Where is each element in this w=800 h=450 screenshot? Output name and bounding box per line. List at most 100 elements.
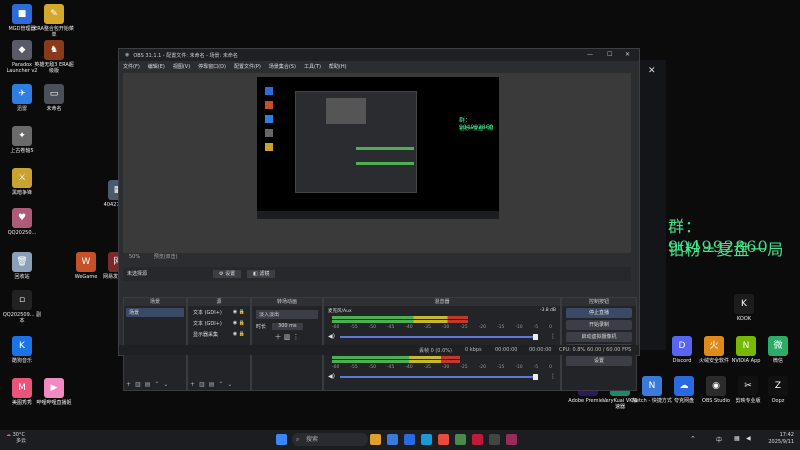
transition-more-icon[interactable]: ⋮ [293,333,300,341]
scale-tick: -50 [368,325,377,330]
taskbar-app-icon[interactable] [455,434,466,445]
visibility-lock-icon[interactable]: ◉ 🔒 [233,320,245,327]
desktop-icon[interactable]: 微微信 [758,336,798,364]
source-item[interactable]: 文本 (GDI+) ◉ 🔒 [190,308,248,317]
control-button[interactable]: 设置 [566,356,632,366]
preview-area[interactable]: 群：904992860 钻粉=复盘一局 50% 预览(双击) [123,73,631,261]
slider-knob[interactable] [533,374,538,380]
menu-item[interactable]: 帮助(H) [329,63,347,70]
taskbar-app-icon[interactable] [472,434,483,445]
app-icon: ■ [12,4,32,24]
add-source-icon[interactable]: + [190,381,199,388]
app-icon: 微 [768,336,788,356]
visibility-lock-icon[interactable]: ◉ 🔒 [233,309,245,316]
duration-input[interactable]: 300 ms [272,323,303,330]
volume-slider[interactable] [340,374,538,380]
desktop-icon[interactable]: K KOOK [724,294,764,322]
taskbar-app-icon[interactable] [370,434,381,445]
transition-select[interactable]: 淡入淡出 [256,310,318,319]
app-icon: ✈ [12,84,32,104]
zoom-level[interactable]: 50% [129,254,140,260]
close-icon[interactable]: ✕ [648,66,656,76]
scene-item[interactable]: 场景 [126,308,184,317]
menu-item[interactable]: 视图(V) [173,63,190,70]
overlay-text-line2: 钻粉=复盘一局 [668,240,785,259]
delete-icon[interactable]: ▥ [135,381,145,388]
desktop-icon[interactable]: ⚔ 黑暗争锋 [2,168,42,196]
add-transition-icon[interactable]: ＋ [274,333,281,341]
search-box[interactable]: ⌕ 搜索 [292,433,368,446]
menu-item[interactable]: 配置文件(P) [234,63,261,70]
down-icon[interactable]: ⌄ [163,381,172,388]
start-icon[interactable] [276,434,287,445]
slider-knob[interactable] [533,334,538,340]
desktop-icon-label: 上古卷轴5 [10,148,34,154]
menu-item[interactable]: 文件(F) [123,63,140,70]
minimize-icon[interactable]: — [587,51,593,58]
tray-chevron-icon[interactable]: ⌃ [690,435,696,443]
taskbar: ☁ 30°C 多云 ⌕ 搜索 ⌃ 中 ▦ ◀ 17:42 2025/9/11 [0,430,800,450]
control-button[interactable]: 启动虚拟摄像机 [566,332,632,342]
desktop-icon[interactable]: ▫ QQ202509... 副本 [2,290,42,324]
maximize-icon[interactable]: ☐ [607,51,612,58]
menu-item[interactable]: 停靠窗口(D) [198,63,226,70]
app-icon: ☁ [674,376,694,396]
desktop-icon[interactable]: 🗑 回收站 [2,252,42,280]
desktop-icon-label: 酷狗音乐 [11,358,32,364]
app-icon: ▫ [12,290,32,310]
taskbar-app-icon[interactable] [489,434,500,445]
source-item[interactable]: 显示器采集 ◉ 🔒 [190,330,248,339]
volume-slider[interactable] [340,334,538,340]
control-button[interactable]: 停止直播 [566,308,632,318]
app-icon: K [12,336,32,356]
scale-tick: -55 [350,365,358,370]
desktop-icon[interactable]: ▭ 未命名 [34,84,74,112]
taskbar-app-icon[interactable] [387,434,398,445]
preview-label[interactable]: 预览(双击) [154,254,178,260]
desktop-icon[interactable]: ♞ 英雄无敌3 ERA超级版 [34,40,74,74]
app-icon: K [734,294,754,314]
controls-dock: 控制按钮 停止直播开始录制启动虚拟摄像机工作室模式设置 [561,297,637,391]
weather-widget[interactable]: ☁ 30°C 多云 [6,432,26,444]
clock[interactable]: 17:42 2025/9/11 [760,432,794,446]
desktop-icon[interactable]: Z Oopz [758,376,798,404]
ime-indicator[interactable]: 中 [716,435,722,444]
fps: 60.00 / 60.00 FPS [587,347,632,353]
taskbar-app-icon[interactable] [421,434,432,445]
desktop-icon[interactable]: ✎ ERA整合包开始菜单 [34,4,74,38]
source-down-icon[interactable]: ⌄ [227,381,236,388]
menu-item[interactable]: 编辑(E) [148,63,165,70]
app-icon: 火 [704,336,724,356]
desktop-icon[interactable]: ▶ 哔哩哔哩直播姬 [34,378,74,406]
network-icon[interactable]: ▦ [734,435,740,442]
desktop-icon-label: 哔哩哔哩直播姬 [36,400,72,406]
desktop-icon[interactable]: ✦ 上古卷轴5 [2,126,42,154]
visibility-lock-icon[interactable]: ◉ 🔒 [233,331,245,338]
channel-menu-icon[interactable]: ⋮ [550,373,556,380]
source-item[interactable]: 文本 (GDI+) ◉ 🔒 [190,319,248,328]
desktop-icon[interactable]: ♥ QQ20250... [2,208,42,236]
control-button[interactable]: 开始录制 [566,320,632,330]
taskbar-app-icon[interactable] [404,434,415,445]
speaker-icon[interactable]: ◀) [328,333,335,340]
taskbar-app-icon[interactable] [506,434,517,445]
delete-source-icon[interactable]: ▥ [199,381,209,388]
taskbar-app-icon[interactable] [438,434,449,445]
close-window-icon[interactable]: ✕ [625,51,630,58]
remove-transition-icon[interactable]: ▥ [284,333,291,341]
source-settings-icon[interactable]: ▤ [209,381,219,388]
app-icon: W [76,252,96,272]
time: 17:42 [779,432,794,438]
filters-button[interactable]: ◧ 滤镜 [247,270,276,278]
speaker-icon[interactable]: ◀) [328,373,335,380]
properties-button[interactable]: ⚙ 设置 [213,270,242,278]
app-icon: ✦ [12,126,32,146]
menu-item[interactable]: 场景集合(S) [269,63,296,70]
volume-icon[interactable]: ◀ [746,435,751,442]
obs-title: OBS 31.1.1 - 配置文件: 未命名 - 场景: 未命名 [133,52,238,59]
menu-item[interactable]: 工具(T) [304,63,321,70]
desktop-icon[interactable]: K 酷狗音乐 [2,336,42,364]
add-icon[interactable]: + [126,381,135,388]
settings-icon[interactable]: ▤ [145,381,155,388]
channel-menu-icon[interactable]: ⋮ [550,333,556,340]
